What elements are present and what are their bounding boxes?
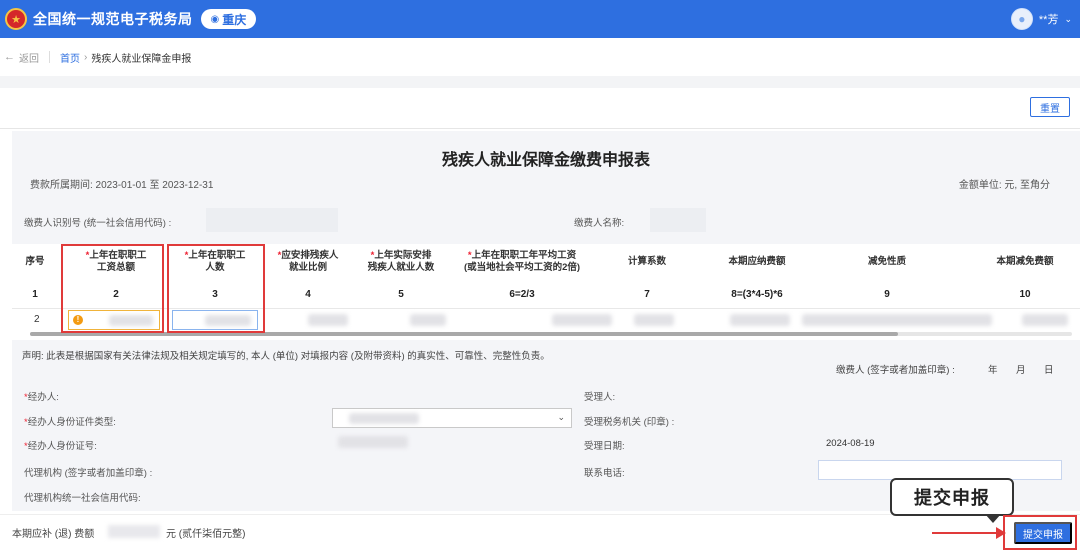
table-header: *应安排残疾人 就业比例 xyxy=(277,250,339,273)
table-header: 计算系数 xyxy=(627,256,666,267)
region-selector[interactable]: ◉ 重庆 xyxy=(200,9,257,29)
column-number: 8=(3*4-5)*6 xyxy=(731,289,783,300)
divider-strip xyxy=(0,76,1080,88)
redacted-value xyxy=(552,314,612,326)
signer-label: 缴费人 (签字或者加盖印章) : xyxy=(836,365,955,376)
table-header: 本期减免费额 xyxy=(996,256,1054,267)
chevron-down-icon: ⌄ xyxy=(557,412,565,422)
phone-input[interactable] xyxy=(818,460,1062,480)
amount-unit: 金额单位: 元, 至角分 xyxy=(958,180,1050,191)
fee-period: 费款所属期间: 2023-01-01 至 2023-12-31 xyxy=(30,180,214,191)
column-number: 9 xyxy=(884,289,890,300)
user-avatar-icon: ● xyxy=(1010,8,1033,30)
amount-text: 元 (贰仟柒佰元整) xyxy=(166,529,246,540)
table-header: 减免性质 xyxy=(867,256,906,267)
table-header: *上年在职职工年平均工资 (或当地社会平均工资的2倍) xyxy=(463,250,581,273)
column-number: 6=2/3 xyxy=(509,289,535,300)
divider xyxy=(49,51,50,63)
id-type-select[interactable]: ⌄ xyxy=(332,408,572,428)
accept-date-label: 受理日期: xyxy=(584,441,625,452)
month-label: 月 xyxy=(1016,365,1026,376)
region-label: 重庆 xyxy=(222,12,247,27)
column-number: 7 xyxy=(644,289,650,300)
highlight-box xyxy=(61,244,164,333)
breadcrumb-home[interactable]: 首页 xyxy=(60,50,80,65)
payer-name-label: 缴费人名称: xyxy=(574,218,625,229)
reset-button[interactable]: 重置 xyxy=(1030,97,1070,117)
id-number-label: *经办人身份证号: xyxy=(24,441,97,452)
day-label: 日 xyxy=(1044,365,1054,376)
column-number: 4 xyxy=(305,289,311,300)
accept-date-value: 2024-08-19 xyxy=(826,438,875,449)
table-header: *上年实际安排 残疾人就业人数 xyxy=(367,250,435,273)
column-number: 5 xyxy=(398,289,404,300)
agency-code-label: 代理机构统一社会信用代码: xyxy=(24,493,141,504)
receiver-label: 受理人: xyxy=(584,392,616,403)
redacted-value xyxy=(349,413,419,424)
payer-id-label: 缴费人识别号 (统一社会信用代码) : xyxy=(24,218,172,229)
declaration-statement: 声明: 此表是根据国家有关法律法规及相关规定填写的, 本人 (单位) 对填报内容… xyxy=(22,351,550,362)
chevron-down-icon: ⌄ xyxy=(1064,13,1072,24)
user-menu[interactable]: ● **芳 ⌄ xyxy=(1010,8,1072,30)
year-label: 年 xyxy=(988,365,998,376)
column-number: 10 xyxy=(1019,289,1031,300)
breadcrumb-separator-icon: › xyxy=(84,51,88,63)
phone-label: 联系电话: xyxy=(584,468,625,479)
breadcrumb-current: 残疾人就业保障金申报 xyxy=(91,53,192,65)
footer-bar: 本期应补 (退) 费额 元 (贰仟柒佰元整) xyxy=(0,514,1080,552)
tax-office-label: 受理税务机关 (印章) : xyxy=(584,417,675,428)
user-name: **芳 xyxy=(1038,14,1059,26)
redacted-value xyxy=(730,314,790,326)
redacted-value xyxy=(308,314,348,326)
top-bar: ★ 全国统一规范电子税务局 ◉ 重庆 ● **芳 ⌄ xyxy=(0,0,1080,38)
system-title: 全国统一规范电子税务局 xyxy=(33,11,193,27)
table-header: 序号 xyxy=(25,256,45,267)
payer-name-value xyxy=(650,208,706,232)
back-label: 返回 xyxy=(19,53,39,65)
submit-button[interactable]: 提交申报 xyxy=(1014,522,1072,544)
redacted-value xyxy=(108,525,160,538)
redacted-value xyxy=(802,314,992,326)
divider xyxy=(0,128,1080,129)
id-type-label: *经办人身份证件类型: xyxy=(24,417,116,428)
back-button[interactable]: ← 返回 xyxy=(4,50,39,65)
handler-label: *经办人: xyxy=(24,392,59,403)
column-number: 1 xyxy=(32,289,38,300)
annotation-callout: 提交申报 xyxy=(890,478,1014,516)
redacted-value xyxy=(410,314,446,326)
tax-emblem-icon: ★ xyxy=(5,8,27,30)
amount-label: 本期应补 (退) 费额 xyxy=(12,529,95,540)
table-header: 本期应纳费额 xyxy=(728,256,786,267)
annotation-callout-tail xyxy=(985,514,1001,523)
row-index: 2 xyxy=(34,314,40,325)
redacted-value xyxy=(1022,314,1068,326)
location-pin-icon: ◉ xyxy=(210,13,220,25)
back-arrow-icon: ← xyxy=(4,51,15,63)
agency-label: 代理机构 (签字或者加盖印章) : xyxy=(24,468,153,479)
breadcrumb: ← 返回 首页 › 残疾人就业保障金申报 xyxy=(0,38,1080,76)
payer-id-value xyxy=(206,208,338,232)
annotation-arrow xyxy=(932,532,1000,534)
redacted-value xyxy=(338,436,408,448)
redacted-value xyxy=(634,314,674,326)
highlight-box xyxy=(167,244,265,333)
page-title: 残疾人就业保障金缴费申报表 xyxy=(441,152,650,169)
